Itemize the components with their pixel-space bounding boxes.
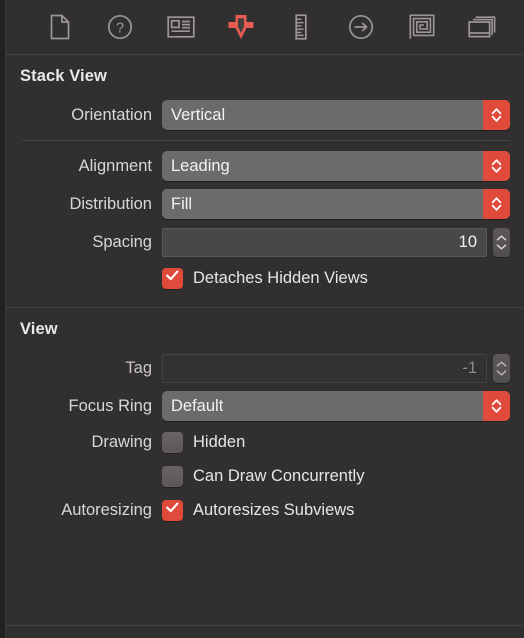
hidden-label: Hidden xyxy=(193,432,246,451)
chevron-up-down-icon xyxy=(483,391,510,421)
quick-help-inspector-button[interactable]: ? xyxy=(100,7,140,47)
ruler-icon xyxy=(292,14,310,40)
layers-icon xyxy=(468,16,496,38)
focus-ring-popup-button[interactable]: Default xyxy=(162,391,510,421)
attributes-arrow-icon xyxy=(226,13,256,41)
chevron-up-down-icon xyxy=(483,189,510,219)
orientation-row: Orientation Vertical xyxy=(6,96,524,134)
document-icon xyxy=(49,14,71,40)
checkmark-icon xyxy=(165,501,180,519)
detaches-hidden-views-row: Detaches Hidden Views xyxy=(6,261,524,295)
orientation-label: Orientation xyxy=(71,105,152,124)
arrow-circle-right-icon xyxy=(348,14,374,40)
view-section-title: View xyxy=(20,320,58,338)
drawing-can-draw-concurrently-row: Can Draw Concurrently xyxy=(6,459,524,493)
alignment-row: Alignment Leading xyxy=(6,147,524,185)
identity-card-icon xyxy=(166,16,195,38)
attributes-inspector-button[interactable] xyxy=(221,7,261,47)
stepper-down-icon xyxy=(496,243,507,250)
chevron-up-down-icon xyxy=(483,151,510,181)
spacing-stepper[interactable] xyxy=(493,227,510,257)
tag-label: Tag xyxy=(125,358,152,377)
alignment-value: Leading xyxy=(171,156,230,175)
drawing-hidden-row: Drawing Hidden xyxy=(6,425,524,459)
distribution-label: Distribution xyxy=(69,194,152,213)
size-inspector-button[interactable] xyxy=(281,7,321,47)
question-circle-icon: ? xyxy=(107,14,133,40)
tag-row: Tag -1 xyxy=(6,349,524,387)
distribution-popup-button[interactable]: Fill xyxy=(162,189,510,219)
bindings-inspector-button[interactable] xyxy=(402,7,442,47)
spacing-input[interactable]: 10 xyxy=(162,227,487,257)
distribution-row: Distribution Fill xyxy=(6,185,524,223)
inspector-toolbar: ? xyxy=(6,0,524,55)
focus-ring-value: Default xyxy=(171,396,224,415)
focus-ring-label: Focus Ring xyxy=(68,396,152,415)
spacing-row: Spacing 10 xyxy=(6,223,524,261)
stepper-up-icon xyxy=(496,234,507,241)
spacing-label: Spacing xyxy=(92,232,152,251)
checkmark-icon xyxy=(165,269,180,287)
autoresizing-label: Autoresizing xyxy=(61,500,152,519)
inspector-content: ? Stack View Orientation Vertical Alignm… xyxy=(6,0,524,638)
distribution-value: Fill xyxy=(171,194,193,213)
spacing-field-group: 10 xyxy=(162,227,510,257)
can-draw-concurrently-label: Can Draw Concurrently xyxy=(193,466,365,485)
spiral-icon xyxy=(409,14,435,40)
drawing-label: Drawing xyxy=(91,432,152,451)
autoresizes-subviews-checkbox[interactable] xyxy=(162,499,183,521)
orientation-popup-button[interactable]: Vertical xyxy=(162,100,510,130)
detaches-hidden-views-label: Detaches Hidden Views xyxy=(193,268,368,287)
tag-field-group: -1 xyxy=(162,353,510,383)
connections-inspector-button[interactable] xyxy=(341,7,381,47)
inspector-panel: ? Stack View Orientation Vertical Alignm… xyxy=(0,0,524,638)
file-inspector-button[interactable] xyxy=(40,7,80,47)
identity-inspector-button[interactable] xyxy=(161,7,201,47)
tag-input[interactable]: -1 xyxy=(162,353,487,383)
panel-bottom-strip xyxy=(6,625,524,638)
view-effects-inspector-button[interactable] xyxy=(462,7,502,47)
tag-stepper[interactable] xyxy=(493,353,510,383)
alignment-label: Alignment xyxy=(78,156,152,175)
hidden-checkbox[interactable] xyxy=(162,431,183,453)
stepper-down-icon xyxy=(496,369,507,376)
alignment-popup-button[interactable]: Leading xyxy=(162,151,510,181)
autoresizing-row: Autoresizing Autoresizes Subviews xyxy=(6,493,524,527)
focus-ring-row: Focus Ring Default xyxy=(6,387,524,425)
svg-text:?: ? xyxy=(116,21,124,37)
autoresizes-subviews-label: Autoresizes Subviews xyxy=(193,500,355,519)
stack-view-section-title: Stack View xyxy=(20,67,107,85)
stepper-up-icon xyxy=(496,360,507,367)
orientation-value: Vertical xyxy=(171,105,226,124)
stack-view-divider xyxy=(22,140,510,141)
detaches-hidden-views-checkbox[interactable] xyxy=(162,267,183,289)
can-draw-concurrently-checkbox[interactable] xyxy=(162,465,183,487)
chevron-up-down-icon xyxy=(483,100,510,130)
view-section: View Tag -1 Focus Ring Default Drawing H… xyxy=(6,308,524,527)
stack-view-section: Stack View Orientation Vertical Alignmen… xyxy=(6,55,524,295)
